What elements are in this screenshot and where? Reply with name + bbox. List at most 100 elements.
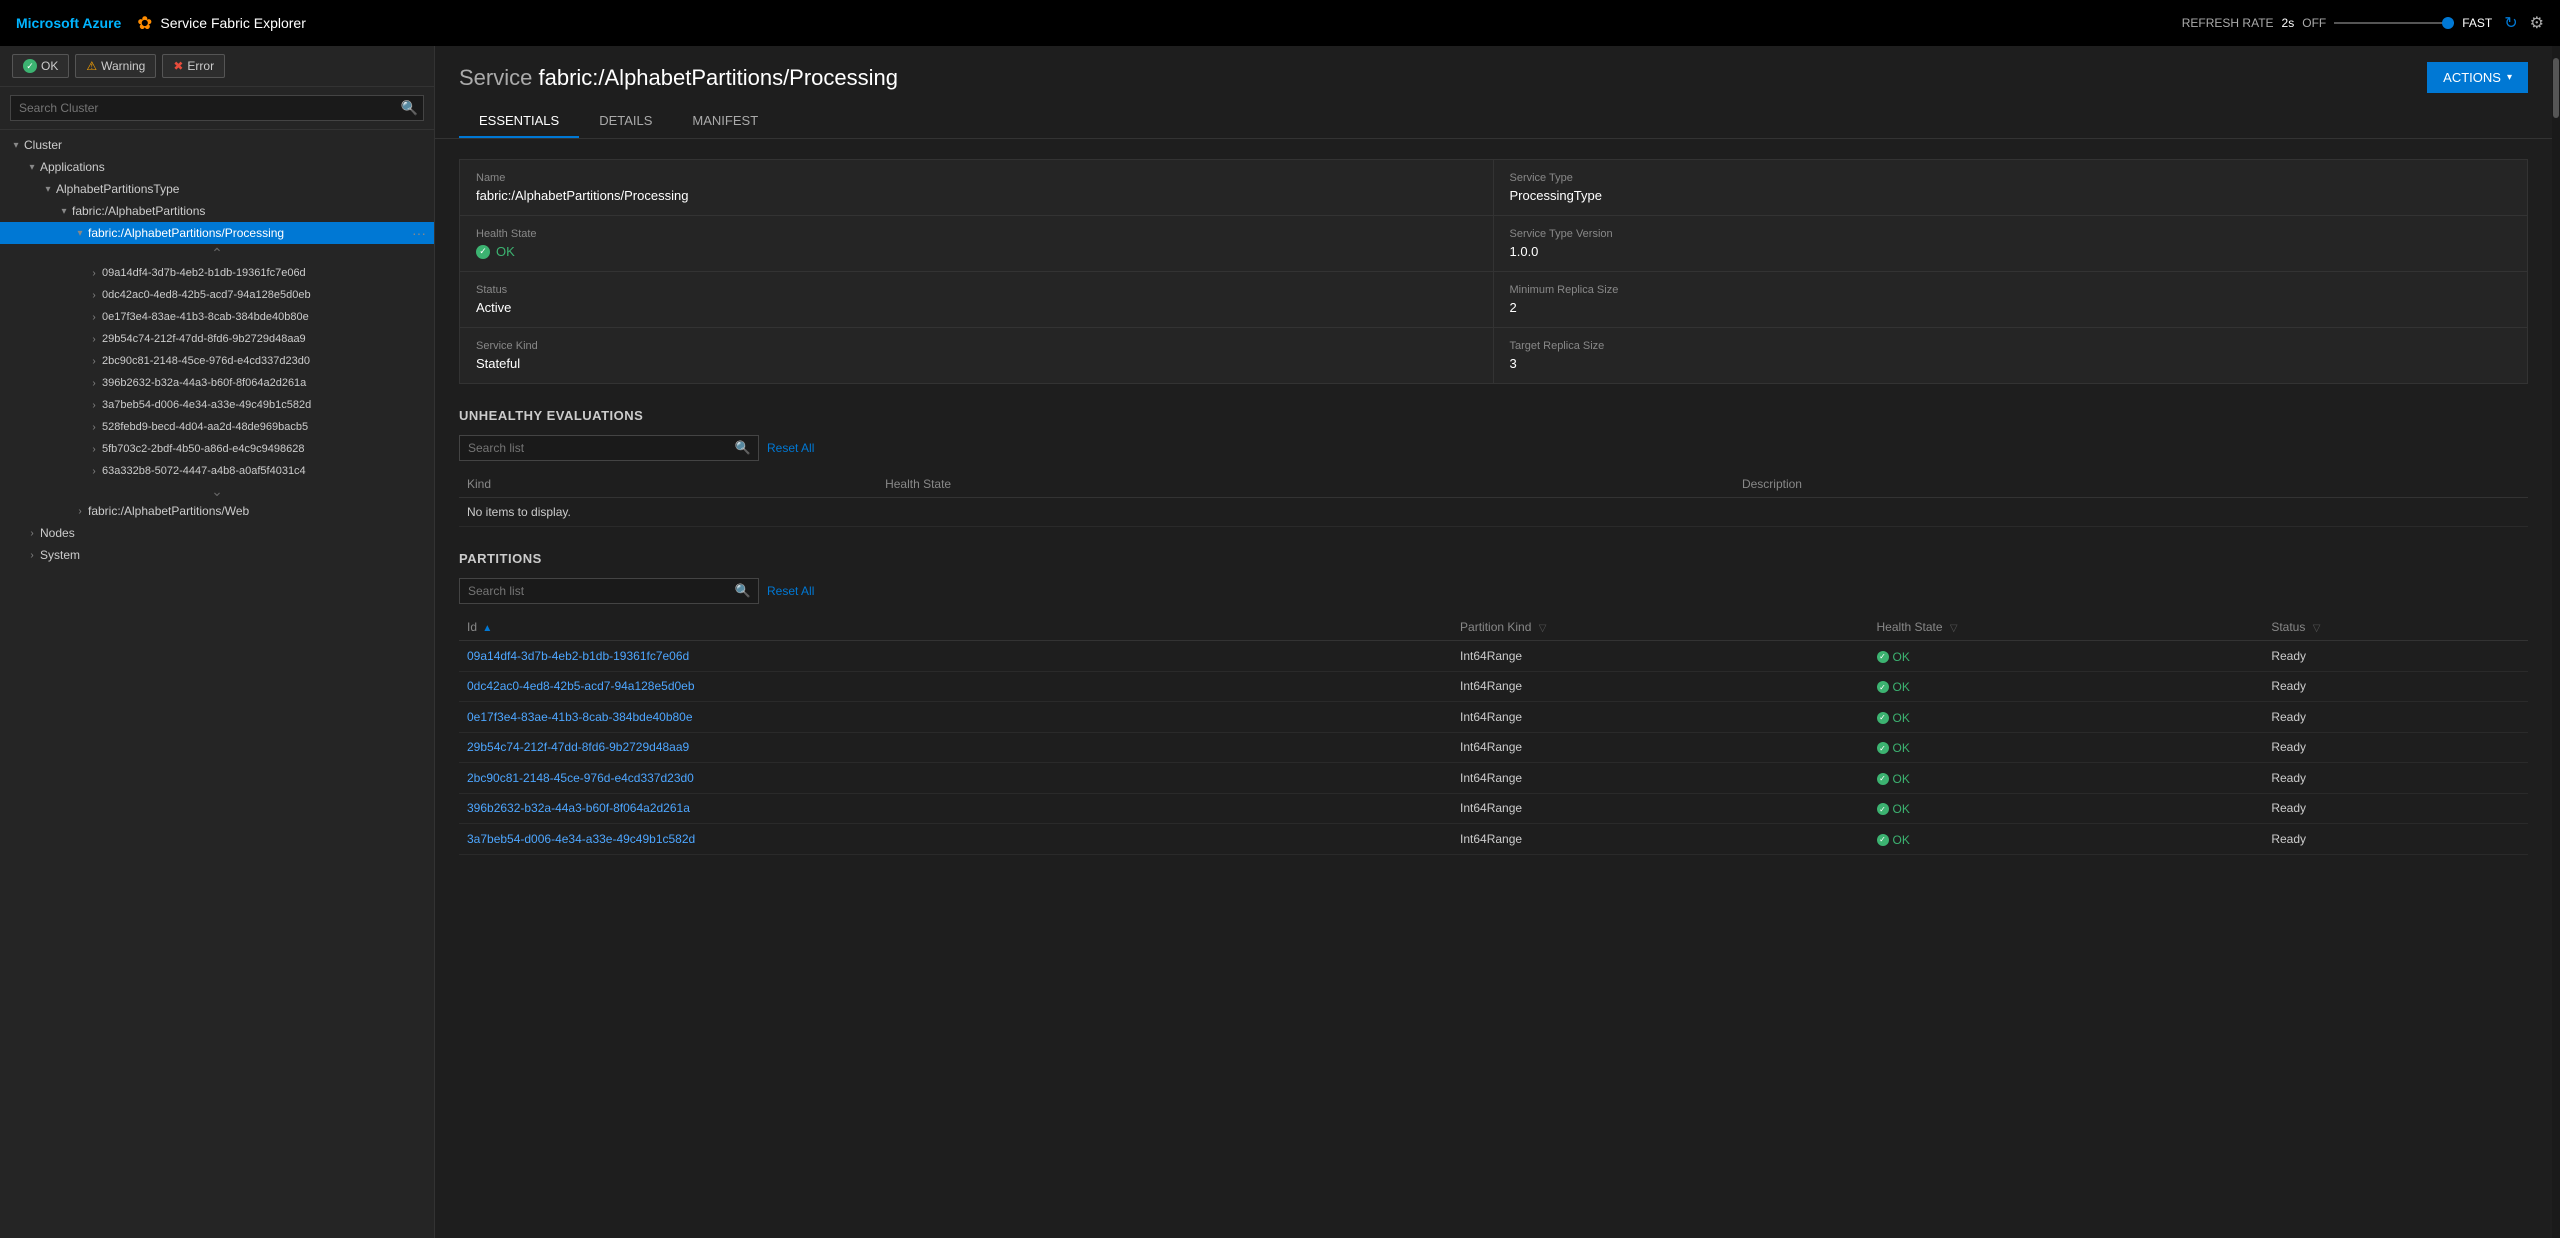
partition-item-4[interactable]: › 2bc90c81-2148-45ce-976d-e4cd337d23d0	[0, 350, 434, 372]
partition-item-1[interactable]: › 0dc42ac0-4ed8-42b5-acd7-94a128e5d0eb	[0, 284, 434, 306]
refresh-slider-container[interactable]	[2334, 22, 2454, 24]
filter-error-button[interactable]: ✖ Error	[162, 54, 225, 78]
filter-ok-label: OK	[41, 59, 58, 73]
search-cluster-container: 🔍	[0, 87, 434, 130]
sidebar-item-cluster[interactable]: ▾ Cluster	[0, 134, 434, 156]
sidebar-item-processing[interactable]: ▾ fabric:/AlphabetPartitions/Processing …	[0, 222, 434, 244]
partition-6-expand: ›	[86, 397, 102, 413]
sidebar-item-applications[interactable]: ▾ Applications	[0, 156, 434, 178]
partitions-reset-link[interactable]: Reset All	[767, 584, 814, 598]
warning-icon: ⚠	[86, 59, 97, 73]
partition-kind-cell-5: Int64Range	[1452, 793, 1868, 824]
partition-0-expand: ›	[86, 265, 102, 281]
ok-dot-5: ✓	[1877, 803, 1889, 815]
tab-manifest[interactable]: MANIFEST	[672, 105, 778, 138]
partition-id-cell-5[interactable]: 396b2632-b32a-44a3-b60f-8f064a2d261a	[459, 793, 1452, 824]
th-health-state-partitions[interactable]: Health State ▽	[1869, 614, 2264, 641]
tab-details[interactable]: DETAILS	[579, 105, 672, 138]
sort-icon: ▲	[482, 623, 492, 634]
th-status[interactable]: Status ▽	[2263, 614, 2528, 641]
th-id-label: Id	[467, 620, 477, 634]
fast-label: FAST	[2462, 16, 2492, 30]
cluster-expand-icon: ▾	[8, 137, 24, 153]
filter-error-label: Error	[187, 59, 214, 73]
partition-health-cell-3: ✓ OK	[1869, 732, 2264, 763]
sidebar-item-web[interactable]: › fabric:/AlphabetPartitions/Web	[0, 500, 434, 522]
tree-more-icon[interactable]: ···	[412, 225, 434, 241]
error-icon: ✖	[173, 59, 183, 73]
status-label: Status	[476, 284, 1477, 296]
partition-kind-cell-2: Int64Range	[1452, 702, 1868, 733]
refresh-icon[interactable]: ↻	[2504, 13, 2517, 33]
partition-id-cell-1[interactable]: 0dc42ac0-4ed8-42b5-acd7-94a128e5d0eb	[459, 671, 1452, 702]
sidebar-item-alphabet-type[interactable]: ▾ AlphabetPartitionsType	[0, 178, 434, 200]
refresh-slider-thumb	[2442, 17, 2454, 29]
partition-health-cell-4: ✓ OK	[1869, 763, 2264, 794]
refresh-controls: REFRESH RATE 2s OFF FAST	[2182, 16, 2493, 30]
th-partition-kind[interactable]: Partition Kind ▽	[1452, 614, 1868, 641]
partition-status-cell-0: Ready	[2263, 641, 2528, 672]
partitions-search-input[interactable]	[459, 578, 759, 604]
partition-kind-cell-4: Int64Range	[1452, 763, 1868, 794]
search-cluster-icon[interactable]: 🔍	[401, 100, 418, 117]
collapse-up-icon: ⌃	[211, 246, 223, 260]
health-state-filter-icon: ▽	[1950, 623, 1958, 634]
web-label: fabric:/AlphabetPartitions/Web	[88, 504, 249, 518]
name-label: Name	[476, 172, 1477, 184]
actions-button[interactable]: ACTIONS ▾	[2427, 62, 2528, 93]
partition-item-3[interactable]: › 29b54c74-212f-47dd-8fd6-9b2729d48aa9	[0, 328, 434, 350]
partition-id-cell-0[interactable]: 09a14df4-3d7b-4eb2-b1db-19361fc7e06d	[459, 641, 1452, 672]
search-cluster-input[interactable]	[10, 95, 424, 121]
filter-ok-button[interactable]: ✓ OK	[12, 54, 69, 78]
expand-arrows: ⌃	[0, 244, 434, 262]
unhealthy-reset-link[interactable]: Reset All	[767, 441, 814, 455]
partition-health-text-5: OK	[1893, 802, 1910, 816]
sidebar-item-system[interactable]: › System	[0, 544, 434, 566]
service-type-version-value: 1.0.0	[1510, 244, 2512, 259]
content-body: Name fabric:/AlphabetPartitions/Processi…	[435, 139, 2552, 1238]
partition-item-7[interactable]: › 528febd9-becd-4d04-aa2d-48de969bacb5	[0, 416, 434, 438]
sidebar-item-nodes[interactable]: › Nodes	[0, 522, 434, 544]
partition-item-5[interactable]: › 396b2632-b32a-44a3-b60f-8f064a2d261a	[0, 372, 434, 394]
essentials-target-replica-cell: Target Replica Size 3	[1494, 328, 2528, 383]
partition-item-2[interactable]: › 0e17f3e4-83ae-41b3-8cab-384bde40b80e	[0, 306, 434, 328]
topbar-left: Microsoft Azure ✿ Service Fabric Explore…	[16, 13, 306, 34]
filter-warning-button[interactable]: ⚠ Warning	[75, 54, 156, 78]
partition-item-9[interactable]: › 63a332b8-5072-4447-a4b8-a0af5f4031c4	[0, 460, 434, 482]
content-area: Service fabric:/AlphabetPartitions/Proce…	[435, 46, 2552, 1238]
partition-row-2: 0e17f3e4-83ae-41b3-8cab-384bde40b80e Int…	[459, 702, 2528, 733]
partition-id-cell-2[interactable]: 0e17f3e4-83ae-41b3-8cab-384bde40b80e	[459, 702, 1452, 733]
refresh-slider[interactable]	[2334, 22, 2454, 24]
partition-health-text-4: OK	[1893, 772, 1910, 786]
partition-item-6[interactable]: › 3a7beb54-d006-4e34-a33e-49c49b1c582d	[0, 394, 434, 416]
partition-row-0: 09a14df4-3d7b-4eb2-b1db-19361fc7e06d Int…	[459, 641, 2528, 672]
sidebar-filters: ✓ OK ⚠ Warning ✖ Error	[0, 46, 434, 87]
partition-4-label: 2bc90c81-2148-45ce-976d-e4cd337d23d0	[102, 355, 310, 367]
partition-item-0[interactable]: › 09a14df4-3d7b-4eb2-b1db-19361fc7e06d	[0, 262, 434, 284]
partition-id-cell-4[interactable]: 2bc90c81-2148-45ce-976d-e4cd337d23d0	[459, 763, 1452, 794]
unhealthy-search-input[interactable]	[459, 435, 759, 461]
th-id[interactable]: Id ▲	[459, 614, 1452, 641]
tab-essentials[interactable]: ESSENTIALS	[459, 105, 579, 138]
partition-item-8[interactable]: › 5fb703c2-2bdf-4b50-a86d-e4c9c9498628	[0, 438, 434, 460]
name-value: fabric:/AlphabetPartitions/Processing	[476, 188, 1477, 203]
ok-dot-6: ✓	[1877, 834, 1889, 846]
main-scrollbar[interactable]	[2552, 46, 2560, 1238]
partitions-title: PARTITIONS	[459, 551, 2528, 566]
sidebar: ✓ OK ⚠ Warning ✖ Error 🔍 ▾ Cluster	[0, 46, 435, 1238]
min-replica-label: Minimum Replica Size	[1510, 284, 2512, 296]
partition-id-cell-6[interactable]: 3a7beb54-d006-4e34-a33e-49c49b1c582d	[459, 824, 1452, 855]
settings-icon[interactable]: ⚙	[2530, 13, 2544, 33]
service-type-version-label: Service Type Version	[1510, 228, 2512, 240]
target-replica-value: 3	[1510, 356, 2512, 371]
partition-8-label: 5fb703c2-2bdf-4b50-a86d-e4c9c9498628	[102, 443, 304, 455]
partitions-search-wrap: 🔍	[459, 578, 759, 604]
partition-6-label: 3a7beb54-d006-4e34-a33e-49c49b1c582d	[102, 399, 311, 411]
ok-dot-4: ✓	[1877, 773, 1889, 785]
sidebar-item-fabric-alphabet[interactable]: ▾ fabric:/AlphabetPartitions	[0, 200, 434, 222]
partition-row-5: 396b2632-b32a-44a3-b60f-8f064a2d261a Int…	[459, 793, 2528, 824]
essentials-service-kind-cell: Service Kind Stateful	[460, 328, 1494, 383]
th-partition-kind-label: Partition Kind	[1460, 620, 1531, 634]
partition-2-label: 0e17f3e4-83ae-41b3-8cab-384bde40b80e	[102, 311, 309, 323]
partition-id-cell-3[interactable]: 29b54c74-212f-47dd-8fd6-9b2729d48aa9	[459, 732, 1452, 763]
